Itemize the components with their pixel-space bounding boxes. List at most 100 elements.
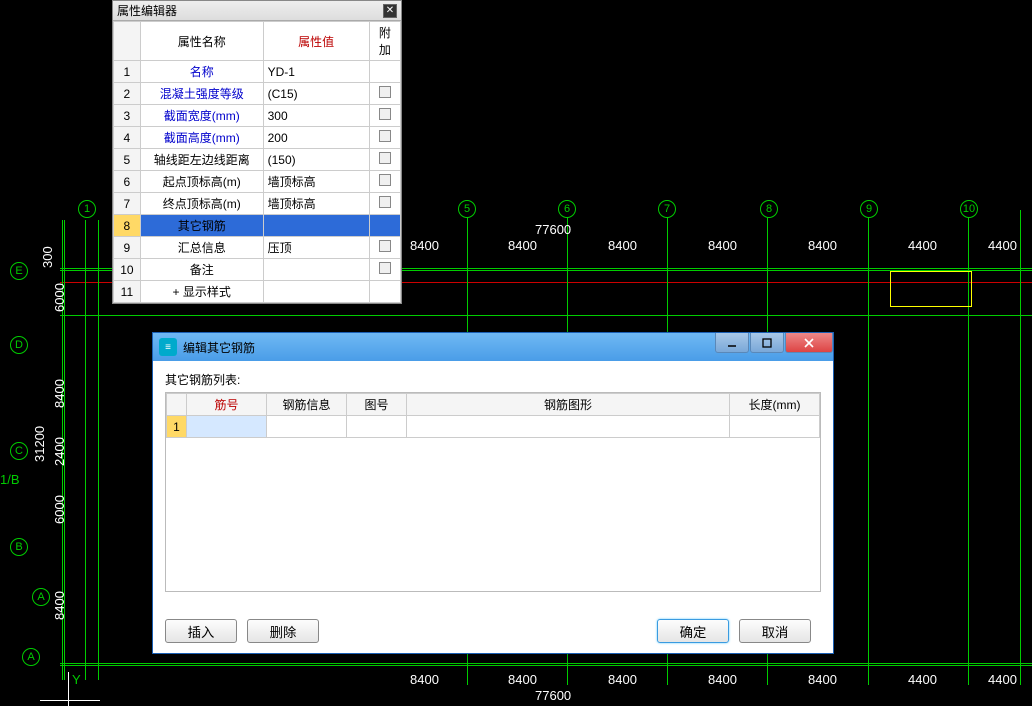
- prop-extra[interactable]: [369, 171, 400, 193]
- prop-value[interactable]: (150): [263, 149, 369, 171]
- rebar-grid[interactable]: 筋号 钢筋信息 图号 钢筋图形 长度(mm) 1: [165, 392, 821, 592]
- prop-extra[interactable]: [369, 127, 400, 149]
- close-button[interactable]: [785, 333, 833, 353]
- prop-value[interactable]: [263, 215, 369, 237]
- checkbox-icon[interactable]: [379, 262, 391, 274]
- axis-bubble: A: [32, 588, 50, 606]
- checkbox-icon[interactable]: [379, 196, 391, 208]
- cell-info[interactable]: [267, 416, 347, 438]
- cell-len[interactable]: [730, 416, 820, 438]
- prop-value[interactable]: 墙顶标高: [263, 171, 369, 193]
- cad-line: [60, 315, 1032, 316]
- axis-bubble: 8: [760, 200, 778, 218]
- prop-name: 名称: [140, 61, 263, 83]
- property-row[interactable]: 10备注: [114, 259, 401, 281]
- minimize-button[interactable]: [715, 333, 749, 353]
- property-row[interactable]: 2混凝土强度等级(C15): [114, 83, 401, 105]
- maximize-button[interactable]: [750, 333, 784, 353]
- property-row[interactable]: 3截面宽度(mm)300: [114, 105, 401, 127]
- prop-extra[interactable]: [369, 259, 400, 281]
- dim-text: 8400: [52, 591, 67, 620]
- col-len: 长度(mm): [730, 394, 820, 416]
- cad-line: [868, 210, 869, 685]
- axis-bubble: 6: [558, 200, 576, 218]
- property-row[interactable]: 8其它钢筋: [114, 215, 401, 237]
- dim-text: 6000: [52, 495, 67, 524]
- prop-value[interactable]: 200: [263, 127, 369, 149]
- panel-titlebar[interactable]: 属性编辑器 ✕: [113, 1, 401, 21]
- axis-bubble: 1/B: [0, 472, 20, 487]
- checkbox-icon[interactable]: [379, 240, 391, 252]
- axis-bubble: 1: [78, 200, 96, 218]
- checkbox-icon[interactable]: [379, 174, 391, 186]
- property-row[interactable]: 4截面高度(mm)200: [114, 127, 401, 149]
- prop-extra[interactable]: [369, 193, 400, 215]
- dim-text: 8400: [52, 379, 67, 408]
- prop-value[interactable]: 压顶: [263, 237, 369, 259]
- property-row[interactable]: 7终点顶标高(m)墙顶标高: [114, 193, 401, 215]
- property-row[interactable]: 11+ 显示样式: [114, 281, 401, 303]
- prop-extra[interactable]: [369, 149, 400, 171]
- expand-icon[interactable]: +: [173, 285, 180, 299]
- col-value: 属性值: [263, 22, 369, 61]
- checkbox-icon[interactable]: [379, 130, 391, 142]
- close-icon[interactable]: ✕: [383, 4, 397, 18]
- checkbox-icon[interactable]: [379, 108, 391, 120]
- dim-text: 8400: [410, 238, 439, 253]
- cancel-button[interactable]: 取消: [739, 619, 811, 643]
- row-number: 1: [114, 61, 141, 83]
- row-number: 3: [114, 105, 141, 127]
- dim-text: 8400: [508, 238, 537, 253]
- prop-value[interactable]: [263, 259, 369, 281]
- row-number: 7: [114, 193, 141, 215]
- cell-code[interactable]: [347, 416, 407, 438]
- prop-name: 汇总信息: [140, 237, 263, 259]
- ok-button[interactable]: 确定: [657, 619, 729, 643]
- list-label: 其它钢筋列表:: [165, 371, 821, 388]
- table-row[interactable]: 1: [167, 416, 820, 438]
- col-rownum: [167, 394, 187, 416]
- prop-value[interactable]: 墙顶标高: [263, 193, 369, 215]
- cad-line: [98, 220, 99, 680]
- prop-name: 起点顶标高(m): [140, 171, 263, 193]
- row-number: 9: [114, 237, 141, 259]
- dim-text: 4400: [988, 238, 1017, 253]
- dim-text: 6000: [52, 283, 67, 312]
- checkbox-icon[interactable]: [379, 86, 391, 98]
- prop-value[interactable]: (C15): [263, 83, 369, 105]
- property-row[interactable]: 9汇总信息压顶: [114, 237, 401, 259]
- property-row[interactable]: 6起点顶标高(m)墙顶标高: [114, 171, 401, 193]
- cell-no[interactable]: [187, 416, 267, 438]
- property-row[interactable]: 1名称YD-1: [114, 61, 401, 83]
- dim-text: 8400: [808, 238, 837, 253]
- crosshair: [40, 700, 100, 701]
- delete-button[interactable]: 删除: [247, 619, 319, 643]
- col-code: 图号: [347, 394, 407, 416]
- property-row[interactable]: 5轴线距左边线距离(150): [114, 149, 401, 171]
- cell-shape[interactable]: [407, 416, 730, 438]
- prop-value[interactable]: 300: [263, 105, 369, 127]
- row-number: 5: [114, 149, 141, 171]
- insert-button[interactable]: 插入: [165, 619, 237, 643]
- axis-bubble: B: [10, 538, 28, 556]
- dim-text: 4400: [908, 238, 937, 253]
- col-extra: 附加: [369, 22, 400, 61]
- row-number: 8: [114, 215, 141, 237]
- cad-line: [60, 663, 1032, 664]
- axis-y-label: Y: [72, 672, 81, 687]
- dim-text: 8400: [708, 672, 737, 687]
- checkbox-icon[interactable]: [379, 152, 391, 164]
- prop-extra[interactable]: [369, 215, 400, 237]
- panel-title: 属性编辑器: [117, 2, 177, 19]
- dialog-titlebar[interactable]: ≡ 编辑其它钢筋: [153, 333, 833, 361]
- prop-extra[interactable]: [369, 83, 400, 105]
- prop-extra[interactable]: [369, 61, 400, 83]
- axis-bubble: C: [10, 442, 28, 460]
- col-shape: 钢筋图形: [407, 394, 730, 416]
- prop-extra[interactable]: [369, 237, 400, 259]
- prop-value[interactable]: [263, 281, 369, 303]
- prop-extra[interactable]: [369, 105, 400, 127]
- prop-name: 其它钢筋: [140, 215, 263, 237]
- prop-value[interactable]: YD-1: [263, 61, 369, 83]
- prop-extra[interactable]: [369, 281, 400, 303]
